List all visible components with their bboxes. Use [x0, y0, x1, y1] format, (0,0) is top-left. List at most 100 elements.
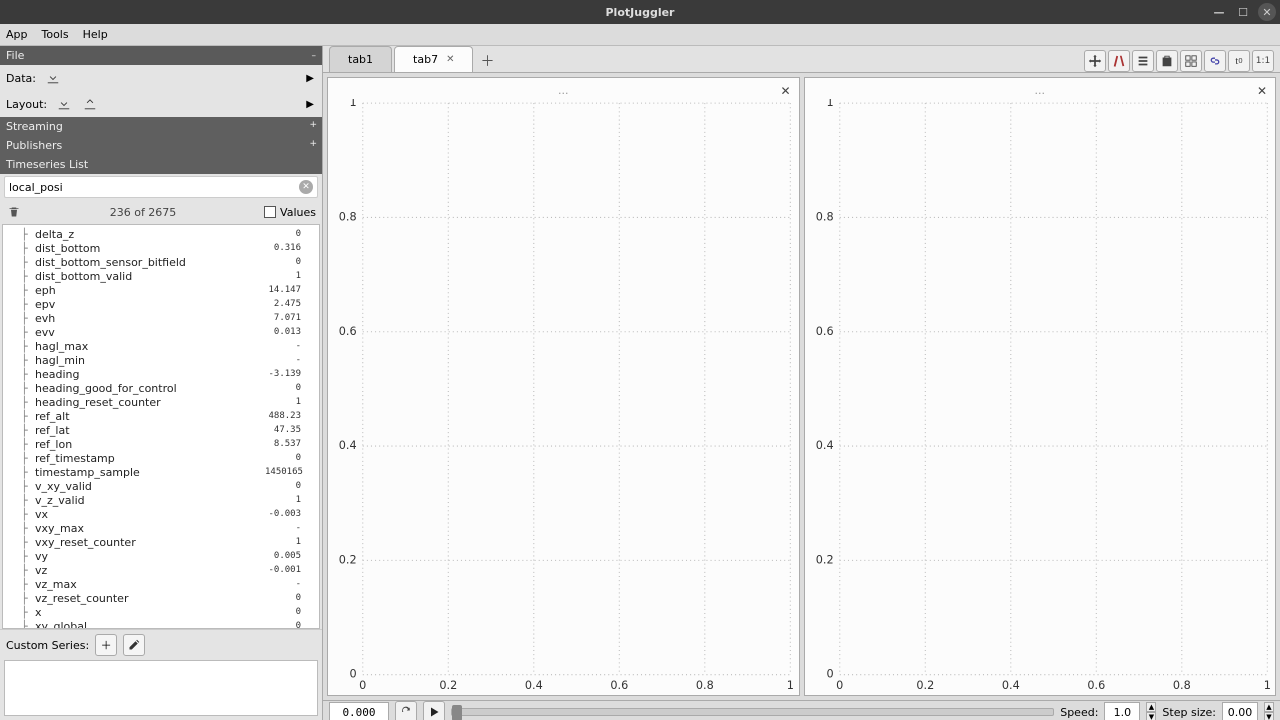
plot-pane[interactable]: ✕...10.80.60.40.2000.20.40.60.81 [327, 77, 800, 696]
tree-item[interactable]: ├heading-3.139 [3, 367, 319, 381]
timeseries-section-header[interactable]: Timeseries List [0, 155, 322, 174]
step-field[interactable] [1223, 706, 1257, 719]
play-button[interactable] [423, 701, 445, 720]
tab-close-icon[interactable]: ✕ [446, 54, 454, 65]
tree-item[interactable]: ├ref_alt488.23 [3, 409, 319, 423]
tree-branch-icon: ├ [21, 494, 35, 507]
tree-item[interactable]: ├vz_reset_counter0 [3, 591, 319, 605]
tree-item[interactable]: ├vxy_reset_counter1 [3, 535, 319, 549]
tree-item-name: eph [35, 284, 265, 297]
layout-save-icon[interactable] [81, 95, 99, 113]
tree-item[interactable]: ├vz_max- [3, 577, 319, 591]
tree-item-name: heading_good_for_control [35, 382, 265, 395]
plot-close-icon[interactable]: ✕ [779, 84, 793, 98]
tree-item[interactable]: ├heading_good_for_control0 [3, 381, 319, 395]
plot-canvas[interactable]: 10.80.60.40.2000.20.40.60.81 [328, 99, 799, 695]
layout-expand-icon[interactable]: ▶ [306, 99, 314, 110]
ruler-icon[interactable] [1108, 50, 1130, 72]
tree-item-value: - [265, 579, 315, 589]
svg-text:1: 1 [787, 679, 794, 692]
timeseries-tree-list[interactable]: ├delta_z0├dist_bottom0.316├dist_bottom_s… [3, 225, 319, 628]
clipboard-icon[interactable] [1156, 50, 1178, 72]
tree-item[interactable]: ├vy0.005 [3, 549, 319, 563]
tree-item[interactable]: ├vxy_max- [3, 521, 319, 535]
maximize-button[interactable]: ☐ [1234, 3, 1252, 21]
tree-item[interactable]: ├hagl_min- [3, 353, 319, 367]
tab-tab1[interactable]: tab1 [329, 46, 392, 72]
link-icon[interactable] [1204, 50, 1226, 72]
tree-item[interactable]: ├hagl_max- [3, 339, 319, 353]
tree-branch-icon: ├ [21, 438, 35, 451]
tree-item[interactable]: ├vx-0.003 [3, 507, 319, 521]
trash-icon[interactable] [6, 203, 22, 221]
custom-series-add-button[interactable]: ＋ [95, 634, 117, 656]
tree-item[interactable]: ├dist_bottom_valid1 [3, 269, 319, 283]
tree-item-value: 0.013 [265, 327, 315, 337]
tree-item[interactable]: ├ref_lat47.35 [3, 423, 319, 437]
scrubber-thumb[interactable] [452, 705, 462, 720]
tree-item[interactable]: ├timestamp_sample1450165 [3, 465, 319, 479]
tree-item[interactable]: ├v_z_valid1 [3, 493, 319, 507]
svg-text:0.6: 0.6 [1087, 679, 1105, 692]
tree-item[interactable]: ├xy_global0 [3, 619, 319, 628]
file-section-header[interactable]: File – [0, 46, 322, 65]
window-close-button[interactable]: ✕ [1258, 3, 1276, 21]
timeseries-label: Timeseries List [6, 158, 88, 171]
publishers-section-header[interactable]: Publishers + [0, 136, 322, 155]
values-toggle[interactable]: Values [264, 206, 316, 219]
minimize-button[interactable]: — [1210, 3, 1228, 21]
step-input[interactable] [1222, 702, 1258, 720]
speed-spinner[interactable]: ▲▼ [1146, 702, 1156, 720]
tree-item-value: 8.537 [265, 439, 315, 449]
plot-pane[interactable]: ✕...10.80.60.40.2000.20.40.60.81 [804, 77, 1277, 696]
layout-load-icon[interactable] [55, 95, 73, 113]
plot-canvas[interactable]: 10.80.60.40.2000.20.40.60.81 [805, 99, 1276, 695]
tree-item[interactable]: ├vz-0.001 [3, 563, 319, 577]
list-icon[interactable] [1132, 50, 1154, 72]
tree-branch-icon: ├ [21, 410, 35, 423]
tree-item[interactable]: ├eph14.147 [3, 283, 319, 297]
data-load-icon[interactable] [44, 69, 62, 87]
speed-input[interactable] [1104, 702, 1140, 720]
move-icon[interactable] [1084, 50, 1106, 72]
menu-help[interactable]: Help [83, 28, 108, 41]
tree-item-name: dist_bottom [35, 242, 265, 255]
custom-series-list[interactable] [4, 660, 318, 716]
tree-item[interactable]: ├evh7.071 [3, 311, 319, 325]
grid-icon[interactable] [1180, 50, 1202, 72]
tab-tab7[interactable]: tab7✕ [394, 46, 473, 72]
speed-field[interactable] [1105, 706, 1139, 719]
aspect-ratio-icon[interactable]: 1:1 [1252, 50, 1274, 72]
values-checkbox[interactable] [264, 206, 276, 218]
tree-item[interactable]: ├ref_timestamp0 [3, 451, 319, 465]
tree-branch-icon: ├ [21, 228, 35, 241]
time-scrubber[interactable] [451, 708, 1054, 716]
data-expand-icon[interactable]: ▶ [306, 73, 314, 84]
tree-item[interactable]: ├evv0.013 [3, 325, 319, 339]
tree-item[interactable]: ├ref_lon8.537 [3, 437, 319, 451]
tree-item[interactable]: ├dist_bottom_sensor_bitfield0 [3, 255, 319, 269]
plot-close-icon[interactable]: ✕ [1255, 84, 1269, 98]
menu-app[interactable]: App [6, 28, 28, 41]
menu-tools[interactable]: Tools [42, 28, 69, 41]
tree-item[interactable]: ├x0 [3, 605, 319, 619]
search-box[interactable]: ✕ [4, 176, 318, 198]
loop-button[interactable] [395, 701, 417, 720]
tree-item[interactable]: ├heading_reset_counter1 [3, 395, 319, 409]
streaming-section-header[interactable]: Streaming + [0, 117, 322, 136]
tab-add-button[interactable]: ＋ [475, 50, 499, 72]
svg-text:0.2: 0.2 [339, 553, 357, 566]
custom-series-edit-button[interactable] [123, 634, 145, 656]
tree-item[interactable]: ├epv2.475 [3, 297, 319, 311]
tree-item[interactable]: ├v_xy_valid0 [3, 479, 319, 493]
tree-item[interactable]: ├dist_bottom0.316 [3, 241, 319, 255]
tree-item[interactable]: ├delta_z0 [3, 227, 319, 241]
step-spinner[interactable]: ▲▼ [1264, 702, 1274, 720]
search-clear-icon[interactable]: ✕ [299, 180, 313, 194]
search-input[interactable] [9, 181, 299, 194]
tree-item-value: 1 [265, 495, 315, 505]
publishers-expand-icon: + [309, 139, 317, 149]
playback-time[interactable]: 0.000 [329, 702, 389, 720]
time-origin-icon[interactable]: t0 [1228, 50, 1250, 72]
publishers-label: Publishers [6, 139, 62, 152]
